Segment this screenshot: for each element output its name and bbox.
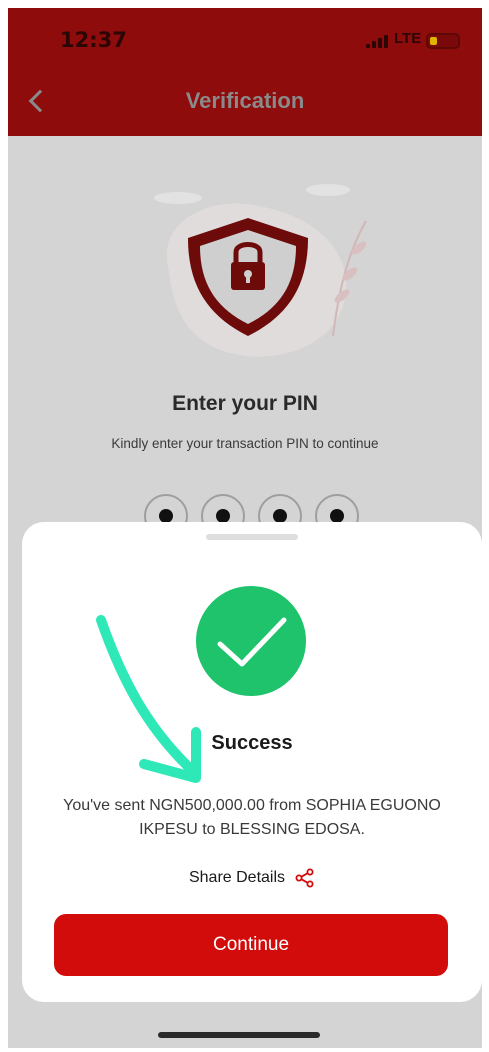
checkmark-icon bbox=[196, 586, 306, 696]
share-details-link[interactable]: Share Details bbox=[22, 868, 482, 888]
header: 12:37 LTE Verification bbox=[8, 8, 482, 136]
continue-button[interactable]: Continue bbox=[54, 914, 448, 976]
battery-icon bbox=[426, 33, 460, 49]
success-sheet: Success You've sent NGN500,000.00 from S… bbox=[22, 522, 482, 1002]
sheet-handle[interactable] bbox=[206, 534, 298, 540]
home-indicator[interactable] bbox=[158, 1032, 320, 1038]
app-screen: 12:37 LTE Verification Enter your PIN Ki… bbox=[8, 8, 482, 1048]
status-time: 12:37 bbox=[60, 28, 127, 52]
success-message: You've sent NGN500,000.00 from SOPHIA EG… bbox=[63, 797, 441, 838]
shield-lock-icon bbox=[128, 176, 368, 366]
pin-subtitle: Kindly enter your transaction PIN to con… bbox=[111, 436, 379, 451]
network-label: LTE bbox=[394, 30, 422, 47]
success-title: Success bbox=[211, 732, 293, 754]
status-bar: 12:37 LTE bbox=[8, 8, 482, 68]
share-icon bbox=[295, 868, 315, 888]
pin-title: Enter your PIN bbox=[172, 392, 318, 415]
signal-icon bbox=[366, 34, 388, 48]
page-title: Verification bbox=[185, 88, 305, 113]
share-label: Share Details bbox=[188, 869, 286, 886]
